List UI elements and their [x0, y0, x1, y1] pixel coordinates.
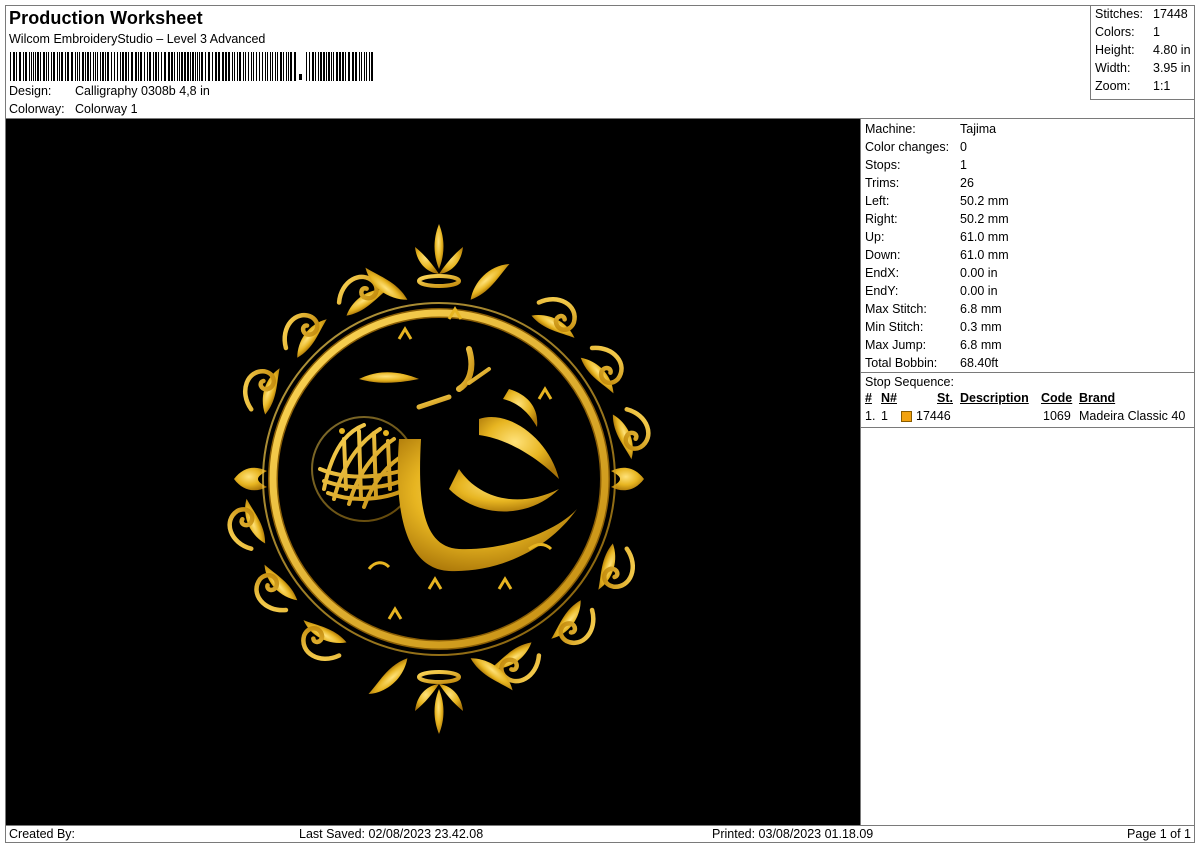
- summary-box: Stitches: 17448 Colors: 1 Height: 4.80 in W…: [1090, 6, 1194, 100]
- thread-color-swatch: [901, 411, 912, 422]
- info-row: Stops: 1: [865, 158, 1185, 176]
- info-row: Down: 61.0 mm: [865, 248, 1185, 266]
- summary-value: 1: [1153, 25, 1160, 39]
- info-value: 50.2 mm: [960, 212, 1009, 226]
- floral-frame: [227, 224, 651, 734]
- panel-divider: [861, 372, 1195, 373]
- info-row: Max Stitch: 6.8 mm: [865, 302, 1185, 320]
- embroidery-ornament-icon: [6, 224, 860, 734]
- info-value: 61.0 mm: [960, 230, 1009, 244]
- summary-row: Stitches: 17448: [1095, 7, 1195, 25]
- info-row: Up: 61.0 mm: [865, 230, 1185, 248]
- col-header-description: Description: [960, 391, 1029, 405]
- info-value: 6.8 mm: [960, 338, 1002, 352]
- info-value: 6.8 mm: [960, 302, 1002, 316]
- row-num: 1.: [865, 409, 876, 423]
- row-code: 1069: [1043, 409, 1071, 423]
- info-label: EndX:: [865, 266, 900, 280]
- worksheet-frame: Production Worksheet Wilcom EmbroiderySt…: [5, 5, 1195, 843]
- summary-label: Zoom:: [1095, 79, 1131, 93]
- colorway-label: Colorway:: [9, 102, 65, 116]
- info-label: Right:: [865, 212, 898, 226]
- summary-value: 17448: [1153, 7, 1188, 21]
- col-header-num: #: [865, 391, 872, 405]
- info-label: Min Stitch:: [865, 320, 924, 334]
- info-row: Left: 50.2 mm: [865, 194, 1185, 212]
- info-row: Trims: 26: [865, 176, 1185, 194]
- info-value: 0.00 in: [960, 266, 998, 280]
- summary-value: 3.95 in: [1153, 61, 1191, 75]
- summary-label: Colors:: [1095, 25, 1135, 39]
- info-label: Up:: [865, 230, 885, 244]
- info-row: Color changes: 0: [865, 140, 1185, 158]
- col-header-n: N#: [881, 391, 897, 405]
- info-label: Color changes:: [865, 140, 950, 154]
- barcode-icon: [10, 52, 373, 81]
- col-header-st: St.: [937, 391, 953, 405]
- info-label: Left:: [865, 194, 890, 208]
- summary-label: Stitches:: [1095, 7, 1143, 21]
- info-label: Stops:: [865, 158, 901, 172]
- page-title: Production Worksheet: [9, 8, 203, 28]
- row-stitches: 17446: [916, 409, 951, 423]
- info-row: Max Jump: 6.8 mm: [865, 338, 1185, 356]
- row-brand: Madeira Classic 40: [1079, 409, 1186, 423]
- header: Production Worksheet Wilcom EmbroiderySt…: [6, 6, 1090, 118]
- info-label: Max Jump:: [865, 338, 927, 352]
- info-row: EndX: 0.00 in: [865, 266, 1185, 284]
- summary-row: Zoom: 1:1: [1095, 79, 1195, 97]
- info-value: 26: [960, 176, 974, 190]
- colorway-value: Colorway 1: [75, 102, 138, 116]
- info-value: 68.40ft: [960, 356, 999, 370]
- design-value: Calligraphy 0308b 4,8 in: [75, 84, 210, 98]
- info-value: 0.3 mm: [960, 320, 1002, 334]
- summary-value: 1:1: [1153, 79, 1171, 93]
- info-label: EndY:: [865, 284, 899, 298]
- summary-row: Colors: 1: [1095, 25, 1195, 43]
- info-value: 0.00 in: [960, 284, 998, 298]
- info-label: Machine:: [865, 122, 916, 136]
- info-value: 0: [960, 140, 967, 154]
- info-label: Trims:: [865, 176, 900, 190]
- info-value: Tajima: [960, 122, 997, 136]
- printed-date: Printed: 03/08/2023 01.18.09: [712, 827, 874, 841]
- summary-value: 4.80 in: [1153, 43, 1191, 57]
- page-number: Page 1 of 1: [1127, 827, 1191, 841]
- design-preview: [6, 119, 860, 825]
- info-value: 1: [960, 158, 967, 172]
- info-row: EndY: 0.00 in: [865, 284, 1185, 302]
- panel-divider: [861, 427, 1195, 428]
- summary-row: Width: 3.95 in: [1095, 61, 1195, 79]
- col-header-brand: Brand: [1079, 391, 1116, 405]
- info-value: 50.2 mm: [960, 194, 1009, 208]
- design-label: Design:: [9, 84, 52, 98]
- col-header-code: Code: [1041, 391, 1073, 405]
- created-by: Created By:: [9, 827, 76, 841]
- info-label: Down:: [865, 248, 901, 262]
- software-name: Wilcom EmbroideryStudio – Level 3 Advanc…: [9, 32, 266, 46]
- info-row: Machine: Tajima: [865, 122, 1185, 140]
- row-n: 1: [881, 409, 888, 423]
- info-row: Right: 50.2 mm: [865, 212, 1185, 230]
- footer: Created By: Last Saved: 02/08/2023 23.42…: [6, 826, 1194, 842]
- summary-label: Width:: [1095, 61, 1131, 75]
- summary-label: Height:: [1095, 43, 1135, 57]
- info-value: 61.0 mm: [960, 248, 1009, 262]
- summary-row: Height: 4.80 in: [1095, 43, 1195, 61]
- info-label: Total Bobbin:: [865, 356, 938, 370]
- info-row: Min Stitch: 0.3 mm: [865, 320, 1185, 338]
- stop-sequence-title: Stop Sequence:: [865, 375, 954, 389]
- last-saved: Last Saved: 02/08/2023 23.42.08: [299, 827, 484, 841]
- info-panel: Machine: Tajima Color changes: 0 Stops: 1 T…: [860, 119, 1195, 825]
- info-label: Max Stitch:: [865, 302, 927, 316]
